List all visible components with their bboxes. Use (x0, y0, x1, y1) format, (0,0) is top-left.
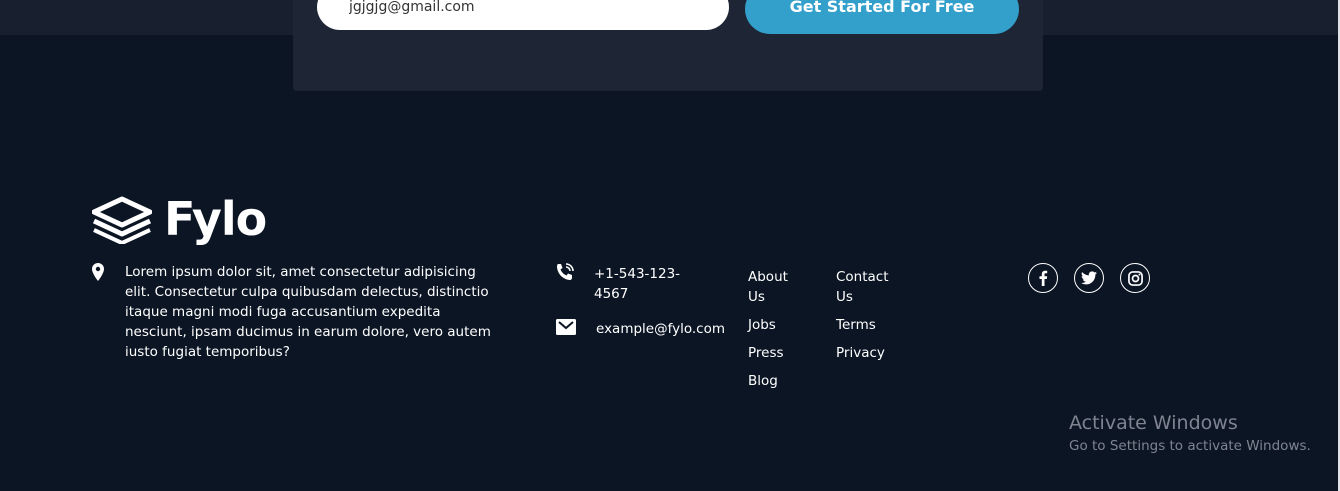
instagram-icon (1127, 270, 1143, 286)
logo[interactable]: Fylo (92, 192, 267, 246)
email-input[interactable] (317, 0, 729, 30)
footer-link-terms[interactable]: Terms (836, 315, 876, 335)
phone-number: +1-543-123-4567 (594, 266, 681, 302)
stacked-layers-icon (92, 196, 152, 244)
activate-windows-title: Activate Windows (1069, 412, 1238, 434)
instagram-button[interactable] (1120, 263, 1150, 293)
activate-windows-subtitle: Go to Settings to activate Windows. (1069, 438, 1311, 454)
facebook-button[interactable] (1028, 263, 1058, 293)
email-address: example@fylo.com (596, 321, 726, 337)
brand-name: Fylo (164, 192, 267, 246)
phone-icon (557, 263, 574, 280)
twitter-button[interactable] (1074, 263, 1104, 293)
facebook-icon (1039, 270, 1048, 286)
footer-link-press[interactable]: Press (748, 343, 784, 363)
footer-link-blog[interactable]: Blog (748, 371, 778, 391)
get-started-button[interactable]: Get Started For Free (745, 0, 1019, 34)
footer-link-privacy[interactable]: Privacy (836, 343, 885, 363)
footer-link-contact[interactable]: Contact Us (836, 267, 896, 307)
location-pin-icon (92, 263, 104, 281)
mail-icon (556, 319, 576, 335)
address-text: Lorem ipsum dolor sit, amet consectetur … (125, 264, 491, 360)
footer-link-about[interactable]: About Us (748, 267, 808, 307)
twitter-icon (1081, 271, 1097, 285)
footer-link-jobs[interactable]: Jobs (748, 315, 776, 335)
